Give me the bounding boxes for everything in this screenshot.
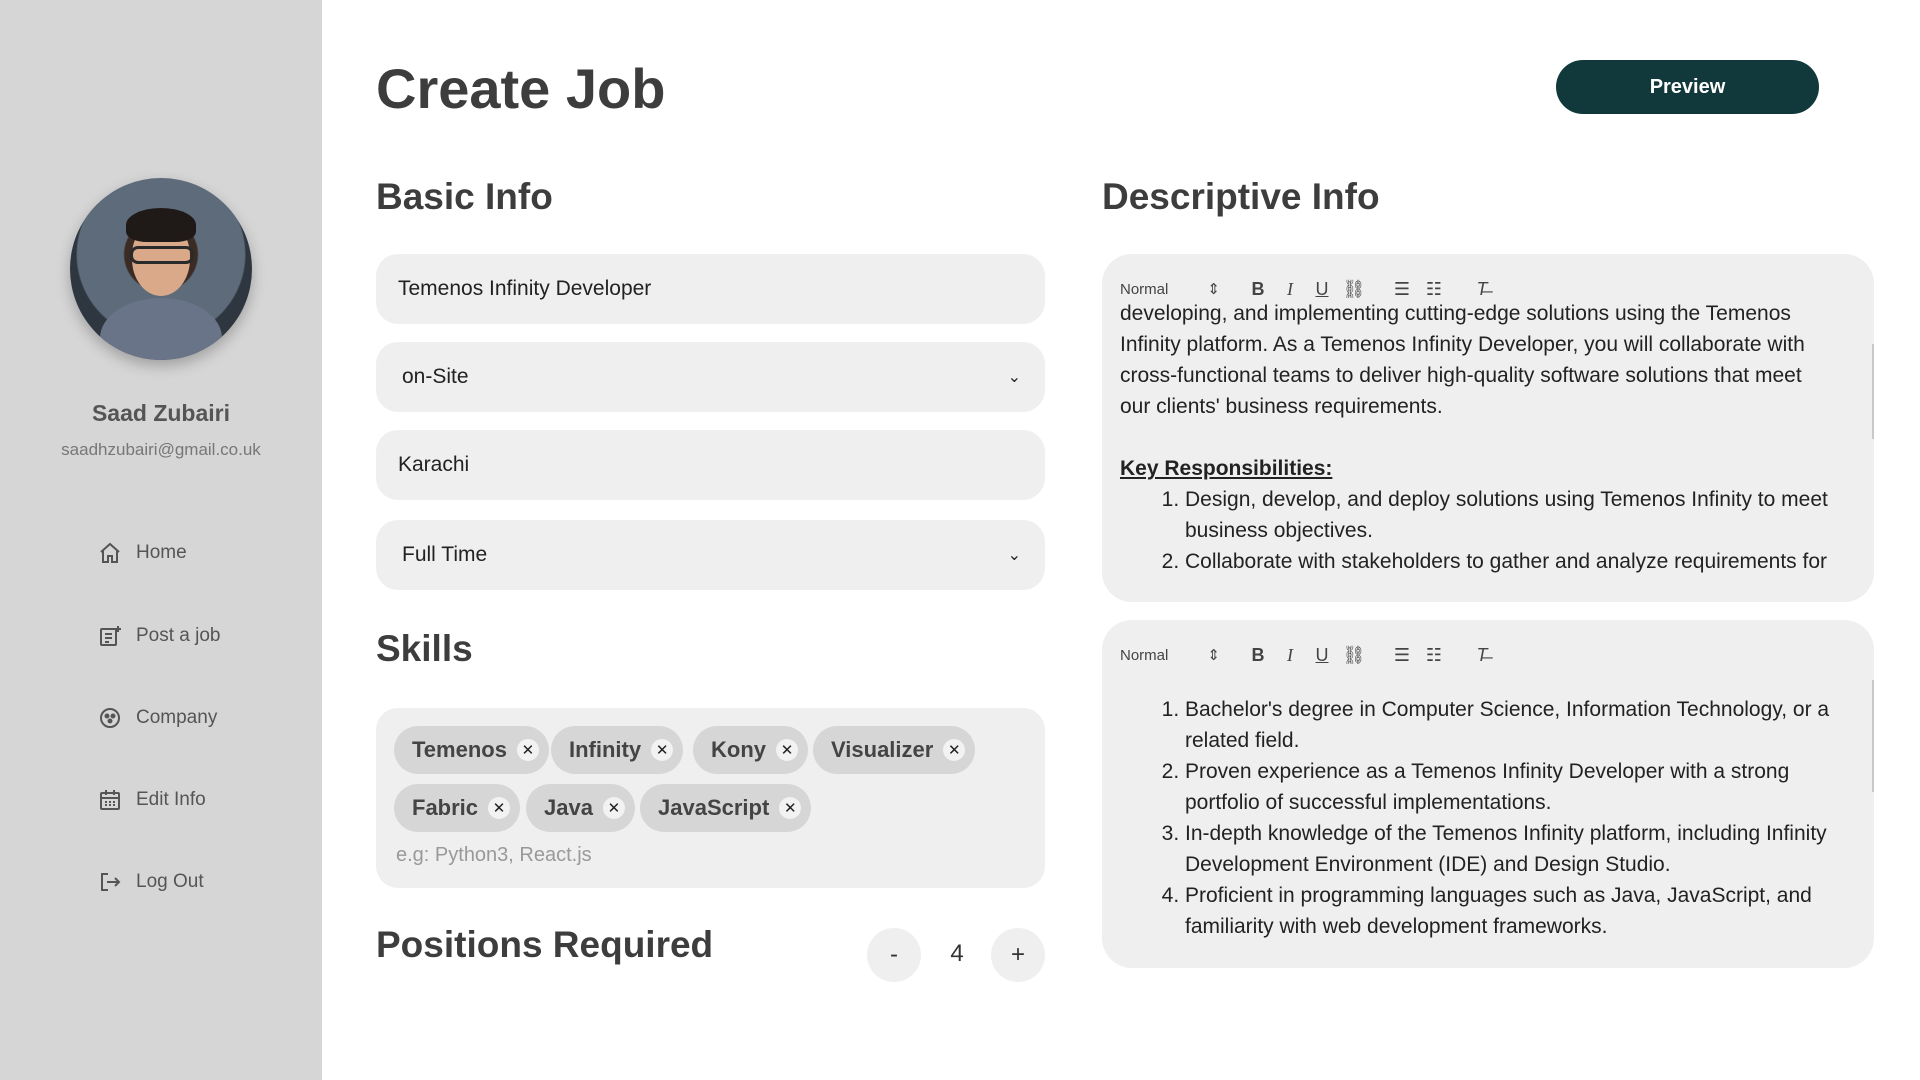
avatar bbox=[70, 178, 252, 360]
job-title-input[interactable]: Temenos Infinity Developer bbox=[376, 254, 1045, 324]
format-select[interactable]: Normal ⇕ bbox=[1120, 280, 1220, 299]
description-line: cross-functional teams to deliver high-q… bbox=[1120, 364, 1802, 387]
remove-icon[interactable]: ✕ bbox=[516, 739, 539, 761]
sidebar-item-label: Edit Info bbox=[136, 789, 206, 810]
clear-format-icon[interactable]: T̶ bbox=[1466, 279, 1498, 300]
sidebar-item-edit-info[interactable]: Edit Info bbox=[98, 784, 206, 816]
sidebar-item-post-a-job[interactable]: Post a job bbox=[98, 620, 221, 652]
format-select[interactable]: Normal ⇕ bbox=[1120, 646, 1220, 665]
sidebar-item-label: Log Out bbox=[136, 871, 204, 892]
description-line: our clients' business requirements. bbox=[1120, 395, 1443, 418]
skill-label: JavaScript bbox=[658, 795, 770, 820]
scrollbar[interactable] bbox=[1872, 344, 1874, 439]
skill-label: Java bbox=[544, 795, 593, 820]
remove-icon[interactable]: ✕ bbox=[776, 739, 798, 761]
company-icon bbox=[100, 708, 120, 728]
description-content[interactable]: developing, and implementing cutting-edg… bbox=[1120, 298, 1848, 577]
skills-input[interactable]: Temenos ✕ Infinity ✕ Kony ✕ Visualizer ✕ Fab… bbox=[376, 708, 1045, 888]
positions-title: Positions Required bbox=[376, 924, 714, 965]
list-item: Proficient in programming languages such… bbox=[1185, 880, 1848, 942]
work-mode-value: on-Site bbox=[402, 365, 469, 388]
location-input[interactable]: Karachi bbox=[376, 430, 1045, 500]
page-title: Create Job bbox=[376, 57, 666, 120]
sidebar-item-home[interactable]: Home bbox=[98, 537, 187, 569]
chevron-down-icon: ⌄ bbox=[1007, 547, 1021, 564]
bold-icon[interactable]: B bbox=[1242, 645, 1274, 666]
link-icon[interactable]: ⛓ bbox=[1338, 645, 1370, 666]
link-icon[interactable]: ⛓ bbox=[1338, 279, 1370, 300]
work-mode-select[interactable]: on-Site ⌄ bbox=[376, 342, 1045, 412]
requirements-content[interactable]: Bachelor's degree in Computer Science, I… bbox=[1120, 694, 1848, 942]
home-icon bbox=[100, 542, 120, 563]
skill-chip: Fabric ✕ bbox=[394, 784, 521, 832]
list-item: Bachelor's degree in Computer Science, I… bbox=[1185, 694, 1848, 756]
user-name: Saad Zubairi bbox=[91, 400, 231, 426]
skill-chip: Java ✕ bbox=[526, 784, 635, 832]
skill-label: Kony bbox=[711, 737, 766, 762]
positions-count: 4 bbox=[950, 940, 964, 967]
list-item: Collaborate with stakeholders to gather … bbox=[1185, 546, 1848, 577]
skill-chip: Kony ✕ bbox=[693, 726, 808, 774]
sidebar-item-label: Company bbox=[136, 707, 218, 728]
list-item: Design, develop, and deploy solutions us… bbox=[1185, 484, 1848, 546]
format-value: Normal bbox=[1120, 280, 1169, 298]
sort-arrows-icon: ⇕ bbox=[1207, 281, 1220, 298]
skills-placeholder: e.g: Python3, React.js bbox=[396, 844, 592, 866]
chevron-down-icon: ⌄ bbox=[1007, 369, 1021, 386]
italic-icon[interactable]: I bbox=[1274, 645, 1306, 666]
increment-button[interactable]: + bbox=[991, 928, 1045, 982]
logout-icon bbox=[101, 873, 121, 891]
remove-icon[interactable]: ✕ bbox=[602, 797, 625, 819]
job-title-value: Temenos Infinity Developer bbox=[398, 277, 652, 300]
calendar-icon bbox=[100, 790, 120, 810]
ordered-list-icon[interactable]: ☰ bbox=[1386, 645, 1418, 666]
bullet-list-icon[interactable]: ☷ bbox=[1418, 645, 1450, 666]
user-email: saadhzubairi@gmail.co.uk bbox=[61, 440, 261, 459]
scrollbar[interactable] bbox=[1872, 680, 1874, 792]
underline-icon[interactable]: U bbox=[1306, 279, 1338, 300]
skill-label: Temenos bbox=[412, 737, 507, 762]
responsibilities-heading: Key Responsibilities: bbox=[1120, 457, 1333, 480]
editor-toolbar: Normal ⇕ B I U ⛓ ☰ ☷ T̶ bbox=[1120, 640, 1498, 670]
bold-icon[interactable]: B bbox=[1242, 279, 1274, 300]
description-editor[interactable]: Normal ⇕ B I U ⛓ ☰ ☷ T̶ developing, and i… bbox=[1102, 254, 1874, 602]
remove-icon[interactable]: ✕ bbox=[651, 739, 674, 761]
remove-icon[interactable]: ✕ bbox=[943, 739, 966, 761]
preview-button[interactable]: Preview bbox=[1556, 60, 1819, 114]
skill-chip: Temenos ✕ bbox=[394, 726, 549, 774]
sidebar-item-company[interactable]: Company bbox=[98, 702, 217, 734]
skills-title: Skills bbox=[376, 628, 473, 669]
sidebar: Saad Zubairi saadhzubairi@gmail.co.uk Ho… bbox=[0, 0, 322, 1080]
format-value: Normal bbox=[1120, 646, 1169, 664]
clear-format-icon[interactable]: T̶ bbox=[1466, 645, 1498, 666]
sidebar-item-log-out[interactable]: Log Out bbox=[98, 866, 204, 898]
sort-arrows-icon: ⇕ bbox=[1207, 647, 1220, 664]
post-job-icon bbox=[100, 626, 121, 646]
location-value: Karachi bbox=[398, 453, 470, 476]
remove-icon[interactable]: ✕ bbox=[488, 797, 511, 819]
employment-type-value: Full Time bbox=[402, 543, 488, 566]
descriptive-info-title: Descriptive Info bbox=[1102, 176, 1380, 217]
underline-icon[interactable]: U bbox=[1306, 645, 1338, 666]
remove-icon[interactable]: ✕ bbox=[779, 797, 802, 819]
description-line: Infinity platform. As a Temenos Infinity… bbox=[1120, 333, 1805, 356]
sidebar-item-label: Home bbox=[136, 542, 187, 563]
employment-type-select[interactable]: Full Time ⌄ bbox=[376, 520, 1045, 590]
skill-label: Visualizer bbox=[831, 737, 934, 762]
skill-chip: JavaScript ✕ bbox=[640, 784, 812, 832]
list-item: Proven experience as a Temenos Infinity … bbox=[1185, 756, 1848, 818]
ordered-list-icon[interactable]: ☰ bbox=[1386, 279, 1418, 300]
sidebar-item-label: Post a job bbox=[136, 625, 221, 646]
skill-label: Infinity bbox=[569, 737, 642, 762]
decrement-button[interactable]: - bbox=[867, 928, 921, 982]
requirements-editor[interactable]: Normal ⇕ B I U ⛓ ☰ ☷ T̶ Bachelor's degree… bbox=[1102, 620, 1874, 968]
bullet-list-icon[interactable]: ☷ bbox=[1418, 279, 1450, 300]
list-item: In-depth knowledge of the Temenos Infini… bbox=[1185, 818, 1848, 880]
italic-icon[interactable]: I bbox=[1274, 279, 1306, 300]
basic-info-title: Basic Info bbox=[376, 176, 553, 217]
skill-chip: Infinity ✕ bbox=[551, 726, 684, 774]
skill-chip: Visualizer ✕ bbox=[813, 726, 976, 774]
description-line: developing, and implementing cutting-edg… bbox=[1120, 302, 1791, 325]
skill-label: Fabric bbox=[412, 795, 479, 820]
